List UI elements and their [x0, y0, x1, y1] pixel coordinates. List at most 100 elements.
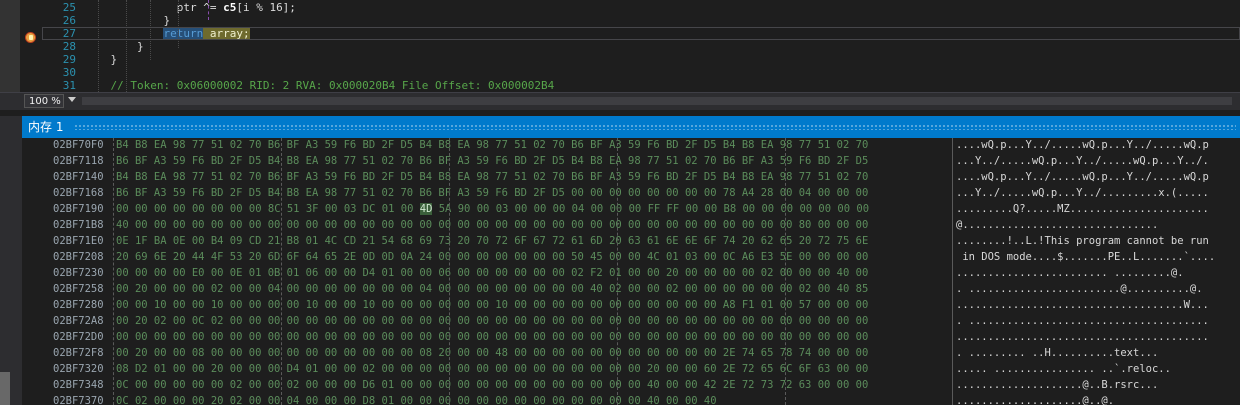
memory-hex-bytes[interactable]: 00 20 00 00 00 02 00 00 04 00 00 00 00 0…	[116, 283, 946, 296]
hex-byte[interactable]: 00	[515, 203, 528, 215]
code-line[interactable]: 25 ptr ^= c5[i % 16];	[42, 1, 1240, 14]
hex-byte[interactable]: 00	[780, 203, 793, 215]
code-line[interactable]: 29 }	[42, 53, 1240, 66]
memory-hex-bytes[interactable]: 08 D2 01 00 00 20 00 00 00 D4 01 00 00 0…	[116, 363, 946, 376]
memory-hex-bytes[interactable]: 00 00 00 00 00 00 00 00 8C 51 3F 00 03 D…	[116, 203, 946, 216]
hex-byte[interactable]: 3F	[306, 203, 319, 215]
memory-grid[interactable]: 02BF70F0 B4 B8 EA 98 77 51 02 70 B6 BF A3…	[22, 138, 1240, 405]
title-grip[interactable]	[74, 124, 1236, 130]
hex-byte[interactable]: FF	[648, 203, 661, 215]
hex-byte[interactable]: 00	[591, 203, 604, 215]
memory-hex-bytes[interactable]: 00 20 00 00 08 00 00 00 00 00 00 00 00 0…	[116, 347, 946, 360]
chevron-down-icon[interactable]	[68, 97, 76, 102]
memory-hex-bytes[interactable]: 00 00 00 00 00 00 00 00 00 00 00 00 00 0…	[116, 331, 946, 344]
memory-hex-bytes[interactable]: B6 BF A3 59 F6 BD 2F D5 B4 B8 EA 98 77 5…	[116, 187, 946, 200]
memory-hex-bytes[interactable]: B6 BF A3 59 F6 BD 2F D5 B4 B8 EA 98 77 5…	[116, 155, 946, 168]
hex-byte[interactable]: 00	[837, 203, 850, 215]
memory-row[interactable]: 02BF71E0 0E 1F BA 0E 00 B4 09 CD 21 B8 01…	[22, 235, 1240, 248]
memory-hex-bytes[interactable]: B4 B8 EA 98 77 51 02 70 B6 BF A3 59 F6 B…	[116, 171, 946, 184]
memory-row[interactable]: 02BF7258 00 20 00 00 00 02 00 00 04 00 00…	[22, 283, 1240, 296]
hex-byte[interactable]: 00	[553, 203, 566, 215]
memory-hex-bytes[interactable]: 00 20 02 00 0C 02 00 00 00 00 00 00 00 0…	[116, 315, 946, 328]
memory-ascii[interactable]: ....................@..B.rsrc...	[956, 379, 1240, 392]
hex-byte[interactable]: 00	[761, 203, 774, 215]
memory-ascii[interactable]: ..... ................ ..`.reloc..	[956, 363, 1240, 376]
memory-row[interactable]: 02BF7190 00 00 00 00 00 00 00 00 8C 51 3F…	[22, 203, 1240, 216]
hex-byte[interactable]: 00	[116, 203, 129, 215]
memory-ascii[interactable]: ...Y../.....wQ.p...Y../.........x.(.....	[956, 187, 1240, 200]
hex-byte[interactable]: 00	[173, 203, 186, 215]
hex-byte[interactable]: 00	[534, 203, 547, 215]
memory-row[interactable]: 02BF7370 0C 02 00 00 00 20 02 00 00 04 00…	[22, 395, 1240, 405]
hex-byte[interactable]: 00	[230, 203, 243, 215]
hex-byte[interactable]: 00	[211, 203, 224, 215]
memory-row[interactable]: 02BF72A8 00 20 02 00 0C 02 00 00 00 00 00…	[22, 315, 1240, 328]
hex-byte[interactable]: 8C	[268, 203, 281, 215]
hex-byte[interactable]: FF	[667, 203, 680, 215]
hex-byte[interactable]: 01	[382, 203, 395, 215]
zoom-level-dropdown[interactable]: 100 %	[24, 94, 64, 108]
breakpoint-margin[interactable]	[20, 0, 42, 92]
hex-byte[interactable]: 51	[287, 203, 300, 215]
hex-byte[interactable]: 00	[401, 203, 414, 215]
memory-row[interactable]: 02BF7140 B4 B8 EA 98 77 51 02 70 B6 BF A3…	[22, 171, 1240, 184]
hex-byte[interactable]: 00	[629, 203, 642, 215]
memory-window-title-bar[interactable]: 内存 1	[22, 116, 1240, 138]
code-line[interactable]: 26 }	[42, 14, 1240, 27]
hex-byte[interactable]: 90	[458, 203, 471, 215]
memory-ascii[interactable]: ....................@..@.	[956, 395, 1240, 405]
hex-byte[interactable]: 00	[249, 203, 262, 215]
breakpoint-current-statement-icon[interactable]	[25, 32, 36, 43]
hex-byte[interactable]: 00	[325, 203, 338, 215]
hex-byte[interactable]: 03	[496, 203, 509, 215]
memory-row[interactable]: 02BF7118 B6 BF A3 59 F6 BD 2F D5 B4 B8 EA…	[22, 155, 1240, 168]
memory-ascii[interactable]: ...Y../.....wQ.p...Y../.....wQ.p...Y../.	[956, 155, 1240, 168]
memory-row[interactable]: 02BF7230 00 00 00 00 E0 00 0E 01 0B 01 06…	[22, 267, 1240, 280]
hex-byte[interactable]: 00	[192, 203, 205, 215]
memory-hex-bytes[interactable]: B4 B8 EA 98 77 51 02 70 B6 BF A3 59 F6 B…	[116, 139, 946, 152]
memory-hex-bytes[interactable]: 00 00 10 00 00 10 00 00 00 00 10 00 00 1…	[116, 299, 946, 312]
hex-byte[interactable]: 00	[705, 203, 718, 215]
memory-row[interactable]: 02BF7348 0C 00 00 00 00 00 02 00 00 02 00…	[22, 379, 1240, 392]
hex-byte[interactable]: 03	[344, 203, 357, 215]
memory-hex-bytes[interactable]: 20 69 6E 20 44 4F 53 20 6D 6F 64 65 2E 0…	[116, 251, 946, 264]
memory-row[interactable]: 02BF7168 B6 BF A3 59 F6 BD 2F D5 B4 B8 EA…	[22, 187, 1240, 200]
memory-hex-bytes[interactable]: 0C 00 00 00 00 00 02 00 00 02 00 00 00 D…	[116, 379, 946, 392]
horizontal-scrollbar[interactable]	[82, 97, 1232, 105]
memory-ascii[interactable]: in DOS mode....$.......PE..L.......`....	[956, 251, 1240, 264]
code-line[interactable]: 27 return array;	[42, 27, 1240, 40]
memory-hex-bytes[interactable]: 40 00 00 00 00 00 00 00 00 00 00 00 00 0…	[116, 219, 946, 232]
memory-ascii[interactable]: . ......... ..H..........text...	[956, 347, 1240, 360]
hex-byte[interactable]: 00	[610, 203, 623, 215]
memory-hex-bytes[interactable]: 0E 1F BA 0E 00 B4 09 CD 21 B8 01 4C CD 2…	[116, 235, 946, 248]
memory-hex-bytes[interactable]: 0C 02 00 00 00 20 02 00 00 04 00 00 00 D…	[116, 395, 946, 405]
memory-row[interactable]: 02BF70F0 B4 B8 EA 98 77 51 02 70 B6 BF A3…	[22, 139, 1240, 152]
hex-byte[interactable]: 00	[818, 203, 831, 215]
memory-ascii[interactable]: ....wQ.p...Y../.....wQ.p...Y../.....wQ.p	[956, 139, 1240, 152]
code-line[interactable]: 31 // Token: 0x06000002 RID: 2 RVA: 0x00…	[42, 79, 1240, 92]
memory-ascii[interactable]: @...............................	[956, 219, 1240, 232]
memory-row[interactable]: 02BF7280 00 00 10 00 00 10 00 00 00 00 10…	[22, 299, 1240, 312]
memory-row[interactable]: 02BF72D0 00 00 00 00 00 00 00 00 00 00 00…	[22, 331, 1240, 344]
code-editor[interactable]: 25 ptr ^= c5[i % 16]; 26 } 27 return array…	[0, 0, 1240, 92]
memory-hex-bytes[interactable]: 00 00 00 00 E0 00 0E 01 0B 01 06 00 00 D…	[116, 267, 946, 280]
code-line[interactable]: 30	[42, 66, 1240, 79]
vertical-scrollbar[interactable]	[0, 372, 10, 405]
hex-byte[interactable]: 04	[572, 203, 585, 215]
hex-byte[interactable]: 00	[154, 203, 167, 215]
hex-byte[interactable]: 00	[135, 203, 148, 215]
memory-ascii[interactable]: ........................ .........@.	[956, 267, 1240, 280]
memory-ascii[interactable]: . ........................@..........@.	[956, 283, 1240, 296]
memory-ascii[interactable]: ....wQ.p...Y../.....wQ.p...Y../.....wQ.p	[956, 171, 1240, 184]
memory-row[interactable]: 02BF7320 08 D2 01 00 00 20 00 00 00 D4 01…	[22, 363, 1240, 376]
hex-byte[interactable]: 00	[799, 203, 812, 215]
memory-row[interactable]: 02BF71B8 40 00 00 00 00 00 00 00 00 00 00…	[22, 219, 1240, 232]
hex-byte[interactable]: B8	[724, 203, 737, 215]
hex-byte[interactable]: 00	[742, 203, 755, 215]
selected-byte[interactable]: 4D	[419, 203, 433, 215]
hex-byte[interactable]: DC	[363, 203, 376, 215]
memory-ascii[interactable]: ....................................W...	[956, 299, 1240, 312]
memory-ascii[interactable]: ........!..L.!This program cannot be run	[956, 235, 1240, 248]
code-line[interactable]: 28 }	[42, 40, 1240, 53]
memory-row[interactable]: 02BF7208 20 69 6E 20 44 4F 53 20 6D 6F 64…	[22, 251, 1240, 264]
